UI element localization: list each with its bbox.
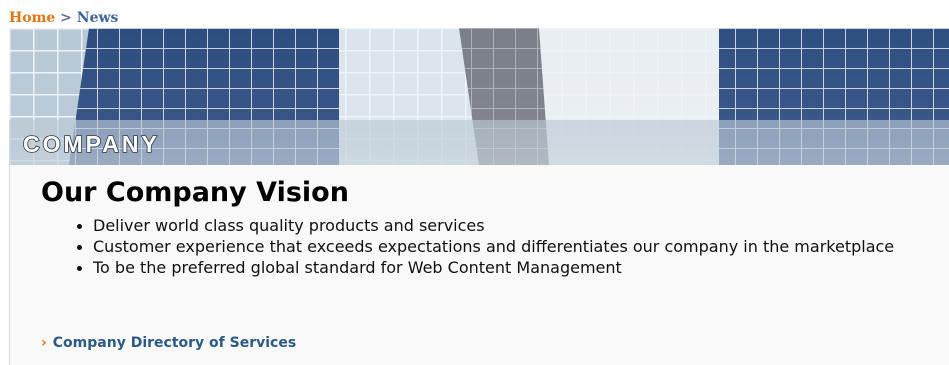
chevron-right-icon: › xyxy=(41,335,47,351)
page-title: Our Company Vision xyxy=(41,177,349,208)
breadcrumb-separator: > xyxy=(60,10,72,26)
building-facade-image: COMPANY xyxy=(9,28,949,165)
list-item: Deliver world class quality products and… xyxy=(75,215,945,236)
list-item: To be the preferred global standard for … xyxy=(75,257,945,278)
company-directory-link-label: Company Directory of Services xyxy=(52,335,297,351)
company-banner: COMPANY xyxy=(9,28,949,165)
list-item: Customer experience that exceeds expecta… xyxy=(75,236,945,257)
breadcrumb: Home > News xyxy=(9,8,118,28)
banner-label: COMPANY xyxy=(23,131,160,157)
breadcrumb-current: News xyxy=(76,10,119,26)
left-divider xyxy=(9,165,10,365)
breadcrumb-home-link[interactable]: Home xyxy=(9,10,55,26)
company-directory-link[interactable]: › Company Directory of Services xyxy=(41,333,296,353)
vision-list: Deliver world class quality products and… xyxy=(75,215,945,278)
